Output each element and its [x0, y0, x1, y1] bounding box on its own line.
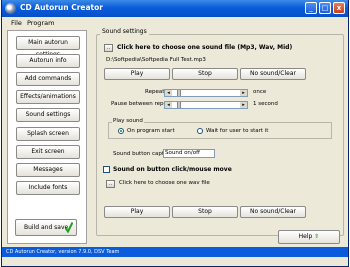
- on-program-start-label: On program start: [127, 128, 175, 134]
- maximize-button[interactable]: □: [319, 2, 331, 14]
- cd-icon: [5, 3, 16, 14]
- pause-value: 1 second: [253, 101, 278, 107]
- sidebar-item-effects-animations[interactable]: Effects/animations: [16, 90, 80, 104]
- sidebar-item-splash-screen[interactable]: Splash screen: [16, 127, 80, 141]
- sidebar-item-main-autorun-settings[interactable]: Main autorun settings: [16, 36, 80, 58]
- slider-thumb[interactable]: [177, 90, 181, 96]
- sound-button-caption-input[interactable]: Sound on/off: [163, 149, 215, 158]
- sidebar-item-exit-screen[interactable]: Exit screen: [16, 145, 80, 159]
- build-and-save-button[interactable]: Build and save: [15, 219, 77, 236]
- slider-left-arrow-icon[interactable]: ◂: [165, 90, 172, 96]
- menu-program[interactable]: Program: [27, 19, 54, 27]
- sound-settings-title: Sound settings: [100, 28, 149, 35]
- choose-wav-file-label[interactable]: Click here to choose one wav file: [119, 180, 210, 186]
- sidebar: Main autorun settings Autorun info Add c…: [7, 30, 87, 244]
- sidebar-item-add-commands[interactable]: Add commands: [16, 72, 80, 86]
- slider-left-arrow-icon[interactable]: ◂: [165, 102, 172, 108]
- wait-for-user-label: Wait for user to start it: [206, 128, 269, 134]
- sound-on-click-label: Sound on button click/mouse move: [113, 166, 232, 173]
- sound-on-click-checkbox[interactable]: [103, 166, 110, 173]
- title-bar[interactable]: CD Autorun Creator _ □ x: [2, 0, 348, 17]
- no-sound-clear-button-2[interactable]: No sound/Clear: [240, 206, 306, 218]
- slider-right-arrow-icon[interactable]: ▸: [240, 90, 247, 96]
- choose-sound-file-button[interactable]: ..: [104, 44, 113, 52]
- menu-file[interactable]: File: [11, 19, 22, 27]
- slider-right-arrow-icon[interactable]: ▸: [240, 102, 247, 108]
- repeat-slider[interactable]: ◂ ▸: [164, 89, 248, 97]
- repeat-label: Repeat: [145, 89, 165, 95]
- pause-slider[interactable]: ◂ ▸: [164, 101, 248, 109]
- play-sound-title: Play sound: [112, 118, 144, 124]
- stop-button[interactable]: Stop: [172, 68, 238, 80]
- no-sound-clear-button[interactable]: No sound/Clear: [240, 68, 306, 80]
- menu-bar: File Program: [2, 17, 348, 28]
- main-window: CD Autorun Creator _ □ x File Program Ma…: [1, 0, 349, 267]
- help-label: Help: [298, 233, 313, 240]
- play-button[interactable]: Play: [104, 68, 170, 80]
- play-button-2[interactable]: Play: [104, 206, 170, 218]
- choose-wav-file-button[interactable]: ..: [106, 180, 115, 188]
- help-button[interactable]: Help ⇧: [278, 230, 340, 244]
- sidebar-item-sound-settings[interactable]: Sound settings: [16, 108, 80, 122]
- sidebar-item-autorun-info[interactable]: Autorun info: [16, 54, 80, 68]
- wait-for-user-radio[interactable]: [197, 128, 203, 134]
- build-and-save-label: Build and save: [24, 224, 69, 231]
- on-program-start-radio[interactable]: [118, 128, 124, 134]
- close-button[interactable]: x: [333, 2, 345, 14]
- sidebar-item-include-fonts[interactable]: Include fonts: [16, 181, 80, 195]
- minimize-button[interactable]: _: [305, 2, 317, 14]
- help-arrow-icon: ⇧: [314, 233, 320, 240]
- slider-thumb[interactable]: [177, 102, 181, 108]
- status-bar: CD Autorun Creator, version 7.9.0, DSV T…: [2, 247, 348, 257]
- repeat-value: once: [253, 89, 267, 95]
- stop-button-2[interactable]: Stop: [172, 206, 238, 218]
- sound-file-path: D:\Softpedia\Softpedia Full Test.mp3: [106, 57, 206, 63]
- window-title: CD Autorun Creator: [20, 3, 103, 12]
- choose-sound-file-label[interactable]: Click here to choose one sound file (Mp3…: [117, 44, 292, 51]
- checkmark-icon: [65, 222, 73, 233]
- sidebar-item-messages[interactable]: Messages: [16, 163, 80, 177]
